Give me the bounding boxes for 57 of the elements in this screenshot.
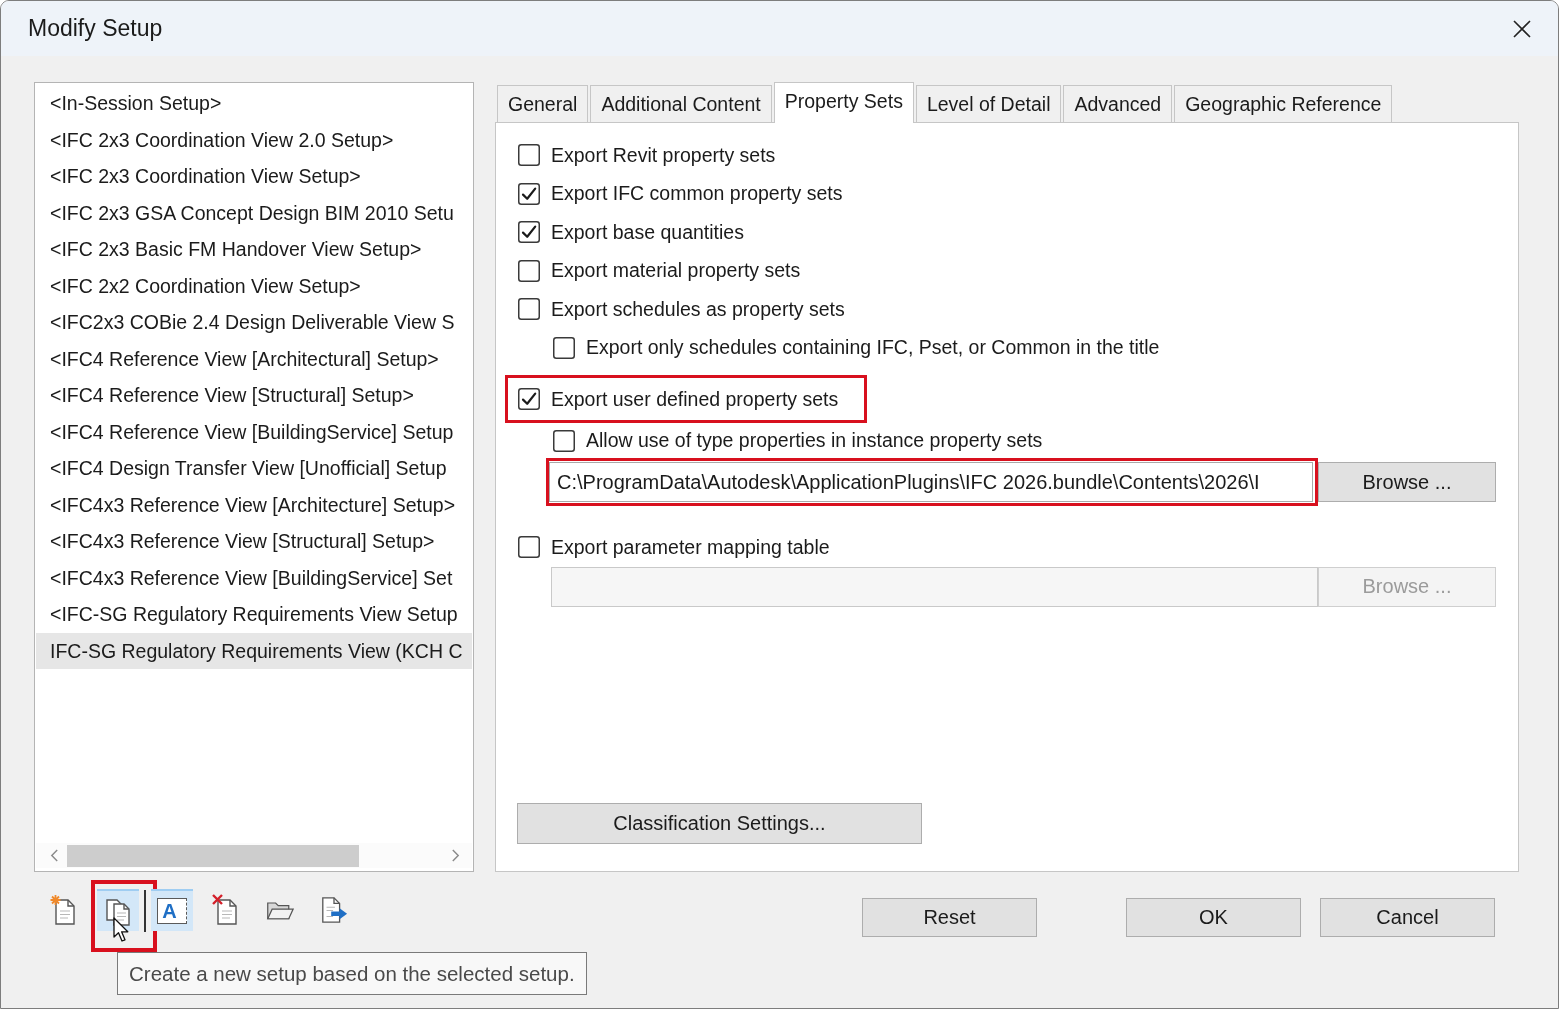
setup-list-item[interactable]: <IFC 2x3 Basic FM Handover View Setup> [36,231,472,268]
setup-list-item[interactable]: <IFC 2x3 Coordination View Setup> [36,158,472,195]
setup-list-item[interactable]: <IFC4 Reference View [Structural] Setup> [36,377,472,414]
path-field[interactable]: C:\ProgramData\Autodesk\ApplicationPlugins\IFC 2026.bundle\Contents\2026\I [549,462,1313,502]
tab[interactable]: Property Sets [773,82,914,123]
checkbox[interactable] [518,259,540,282]
setup-list-item[interactable]: <IFC2x3 COBie 2.4 Design Deliverable View S [36,304,472,341]
checkbox-label: Export only schedules containing IFC, Pset, or Common in the title [586,336,1160,360]
setup-list-item[interactable]: <IFC-SG Regulatory Requirements View Setup [36,596,472,633]
classification-settings-button[interactable]: Classification Settings... [517,803,922,844]
setup-list-item[interactable]: <IFC 2x3 GSA Concept Design BIM 2010 Setu [36,194,472,231]
tab[interactable]: Additional Content [590,85,772,122]
setup-list-item[interactable]: IFC-SG Regulatory Requirements View (KCH C [36,632,472,669]
checkbox[interactable] [518,182,540,205]
tab[interactable]: Advanced [1063,85,1173,122]
tooltip: Create a new setup based on the selected setup. [117,952,587,995]
chevron-right-icon[interactable] [451,849,460,862]
checkbox[interactable] [518,536,540,559]
checkbox[interactable] [553,336,575,359]
setup-list-item[interactable]: <IFC4 Design Transfer View [Unofficial] Setup [36,450,472,487]
tab[interactable]: Geographic Reference [1174,85,1393,122]
checkbox-label: Export user defined property sets [551,387,839,411]
setup-list-item[interactable]: <IFC4x3 Reference View [BuildingService] Set [36,559,472,596]
checkbox-label: Export base quantities [551,220,744,244]
setup-list-item[interactable]: <IFC4x3 Reference View [Architecture] Setup> [36,486,472,523]
setup-list-item[interactable]: <IFC4x3 Reference View [Structural] Setup> [36,523,472,560]
tab[interactable]: Level of Detail [915,85,1062,122]
setup-list-item[interactable]: <IFC4 Reference View [BuildingService] Setup [36,413,472,450]
toolbar-button[interactable]: A [151,889,193,931]
setup-list-item[interactable]: <In-Session Setup> [36,85,472,122]
checkbox[interactable] [518,144,540,167]
checkbox[interactable] [553,429,575,452]
delete-document-icon [212,894,240,926]
checkbox[interactable] [518,388,540,410]
dialog-button[interactable]: Cancel [1320,898,1495,937]
setup-list-item[interactable]: <IFC4 Reference View [Architectural] Setup> [36,340,472,377]
setup-list-item[interactable]: <IFC 2x2 Coordination View Setup> [36,267,472,304]
tab[interactable]: General [497,85,589,122]
window-title: Modify Setup [28,15,163,42]
new-document-icon [50,894,78,926]
checkbox[interactable] [518,221,540,244]
checkbox-label: Allow use of type properties in instance property sets [586,429,1043,452]
export-document-icon [320,894,348,926]
checkbox-label: Export schedules as property sets [551,297,845,321]
close-icon [1513,19,1531,38]
checkbox-label: Export material property sets [551,259,801,283]
checkbox-label: Export parameter mapping table [551,535,830,559]
toolbar-button[interactable] [97,889,139,931]
setup-list-item[interactable]: <IFC 2x3 Coordination View 2.0 Setup> [36,121,472,158]
chevron-left-icon[interactable] [50,849,59,862]
scrollbar-thumb[interactable] [67,844,359,867]
browse-button[interactable]: Browse ... [1318,462,1496,502]
checkbox[interactable] [518,298,540,321]
dialog-button[interactable]: OK [1126,898,1301,937]
checkbox-label: Export IFC common property sets [551,182,843,206]
checkbox-label: Export Revit property sets [551,143,776,167]
dialog-button[interactable]: Reset [862,898,1037,937]
